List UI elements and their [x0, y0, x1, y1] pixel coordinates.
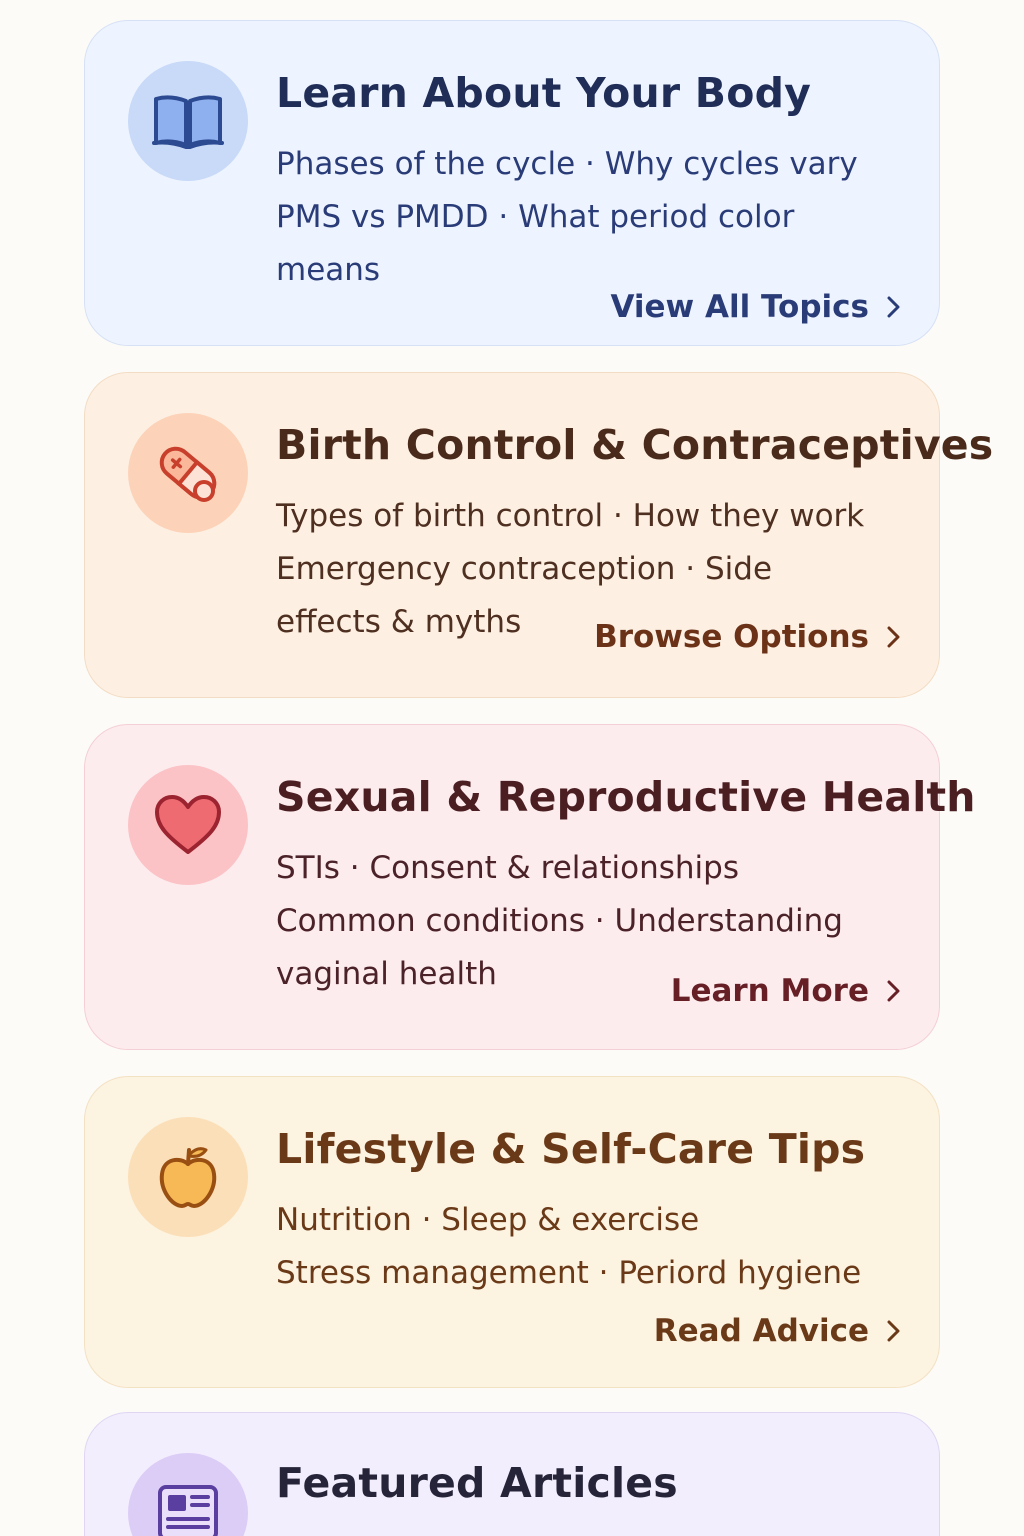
heart-icon: [155, 795, 221, 854]
cta-label: Read Advice: [653, 1313, 869, 1349]
card-topics: Phases of the cycle · Why cycles vary PM…: [276, 138, 921, 297]
learn-more-link[interactable]: Learn More: [671, 973, 905, 1009]
card-title: Lifestyle & Self-Care Tips: [276, 1125, 866, 1173]
card-lifestyle-self-care[interactable]: Lifestyle & Self-Care Tips Nutrition · S…: [84, 1076, 940, 1388]
article-icon-circle: [128, 1453, 248, 1536]
book-icon-circle: [128, 61, 248, 181]
browse-options-link[interactable]: Browse Options: [594, 619, 905, 655]
cta-label: View All Topics: [610, 289, 869, 325]
topic-line: STIs · Consent & relationships: [276, 850, 740, 886]
article-icon: [158, 1485, 218, 1536]
topic-line: Phases of the cycle · Why cycles vary: [276, 146, 858, 182]
card-topics: Nutrition · Sleep & exercise Stress mana…: [276, 1194, 921, 1300]
card-title: Birth Control & Contraceptives: [276, 421, 994, 469]
chevron-right-icon: [887, 980, 900, 1002]
card-featured-articles[interactable]: Featured Articles: [84, 1412, 940, 1536]
cta-label: Learn More: [670, 973, 869, 1009]
pill-icon: [159, 446, 217, 502]
view-all-topics-link[interactable]: View All Topics: [610, 289, 905, 325]
card-learn-about-your-body[interactable]: Learn About Your Body Phases of the cycl…: [84, 20, 940, 346]
topic-line: Nutrition · Sleep & exercise: [276, 1202, 700, 1238]
topic-line: PMS vs PMDD · What period color means: [276, 199, 795, 288]
pill-icon-circle: [128, 413, 248, 533]
cta-label: Browse Options: [594, 619, 869, 655]
card-birth-control[interactable]: Birth Control & Contraceptives Types of …: [84, 372, 993, 698]
apple-icon: [159, 1147, 217, 1208]
read-advice-link[interactable]: Read Advice: [654, 1313, 905, 1349]
content-feed: Learn About Your Body Phases of the cycl…: [0, 0, 1024, 1536]
chevron-right-icon: [887, 626, 900, 648]
card-title: Learn About Your Body: [276, 69, 812, 117]
chevron-right-icon: [887, 296, 900, 318]
heart-icon-circle: [128, 765, 248, 885]
topic-line: Types of birth control · How they work: [276, 498, 865, 534]
topic-line: Stress management · Periord hygiene: [276, 1255, 862, 1291]
card-title: Featured Articles: [276, 1459, 678, 1507]
chevron-right-icon: [887, 1320, 900, 1342]
apple-icon-circle: [128, 1117, 248, 1237]
card-title: Sexual & Reproductive Health: [276, 773, 976, 821]
open-book-icon: [152, 95, 224, 149]
card-sexual-reproductive-health[interactable]: Sexual & Reproductive Health STIs · Cons…: [84, 724, 975, 1050]
